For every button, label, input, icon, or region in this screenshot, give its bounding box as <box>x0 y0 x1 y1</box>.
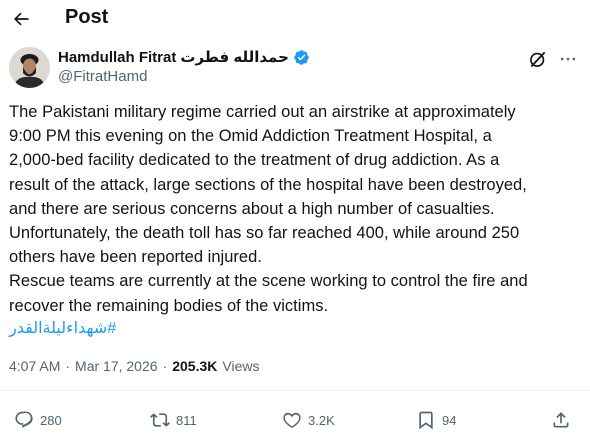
author-name-native[interactable]: حمدالله فطرت <box>180 48 289 66</box>
post-date[interactable]: Mar 17, 2026 <box>75 358 158 374</box>
heart-icon <box>283 412 301 429</box>
author-handle[interactable]: @FitratHamd <box>58 68 147 85</box>
grok-icon[interactable] <box>528 49 548 69</box>
repost-button[interactable]: 811 <box>150 410 197 430</box>
post-time[interactable]: 4:07 AM <box>9 358 60 374</box>
author-name[interactable]: Hamdullah Fitrat <box>58 49 176 66</box>
post-text: The Pakistani military regime carried ou… <box>9 103 528 315</box>
reply-icon <box>15 411 33 428</box>
bookmark-icon <box>419 411 433 430</box>
post-meta: 4:07 AM · Mar 17, 2026 · 205.3K Views <box>9 358 259 374</box>
reply-count: 280 <box>40 412 62 428</box>
repost-count: 811 <box>176 412 197 428</box>
share-button[interactable] <box>551 410 571 430</box>
arrow-left-icon[interactable] <box>10 9 32 29</box>
like-button[interactable]: 3.2K <box>282 410 335 430</box>
share-icon <box>553 412 569 428</box>
author-name-row: Hamdullah Fitrat حمدالله فطرت <box>58 48 310 66</box>
meta-separator: · <box>162 358 168 374</box>
more-options-icon[interactable] <box>557 49 579 69</box>
meta-separator: · <box>65 358 71 374</box>
views-count: 205.3K <box>172 358 218 374</box>
divider <box>0 390 590 391</box>
bookmark-count: 94 <box>442 412 457 428</box>
repost-icon <box>150 413 170 427</box>
views-label: Views <box>222 358 260 374</box>
like-count: 3.2K <box>308 412 335 428</box>
verified-badge-icon <box>294 49 309 65</box>
reply-button[interactable]: 280 <box>14 410 62 430</box>
bookmark-button[interactable]: 94 <box>416 410 456 430</box>
profile-photo-icon <box>9 47 50 88</box>
hashtag-link[interactable]: #شهداءليلةالقدر <box>9 318 116 338</box>
avatar[interactable] <box>9 47 50 88</box>
top-bar: Post <box>0 0 590 38</box>
page-title: Post <box>65 6 109 28</box>
